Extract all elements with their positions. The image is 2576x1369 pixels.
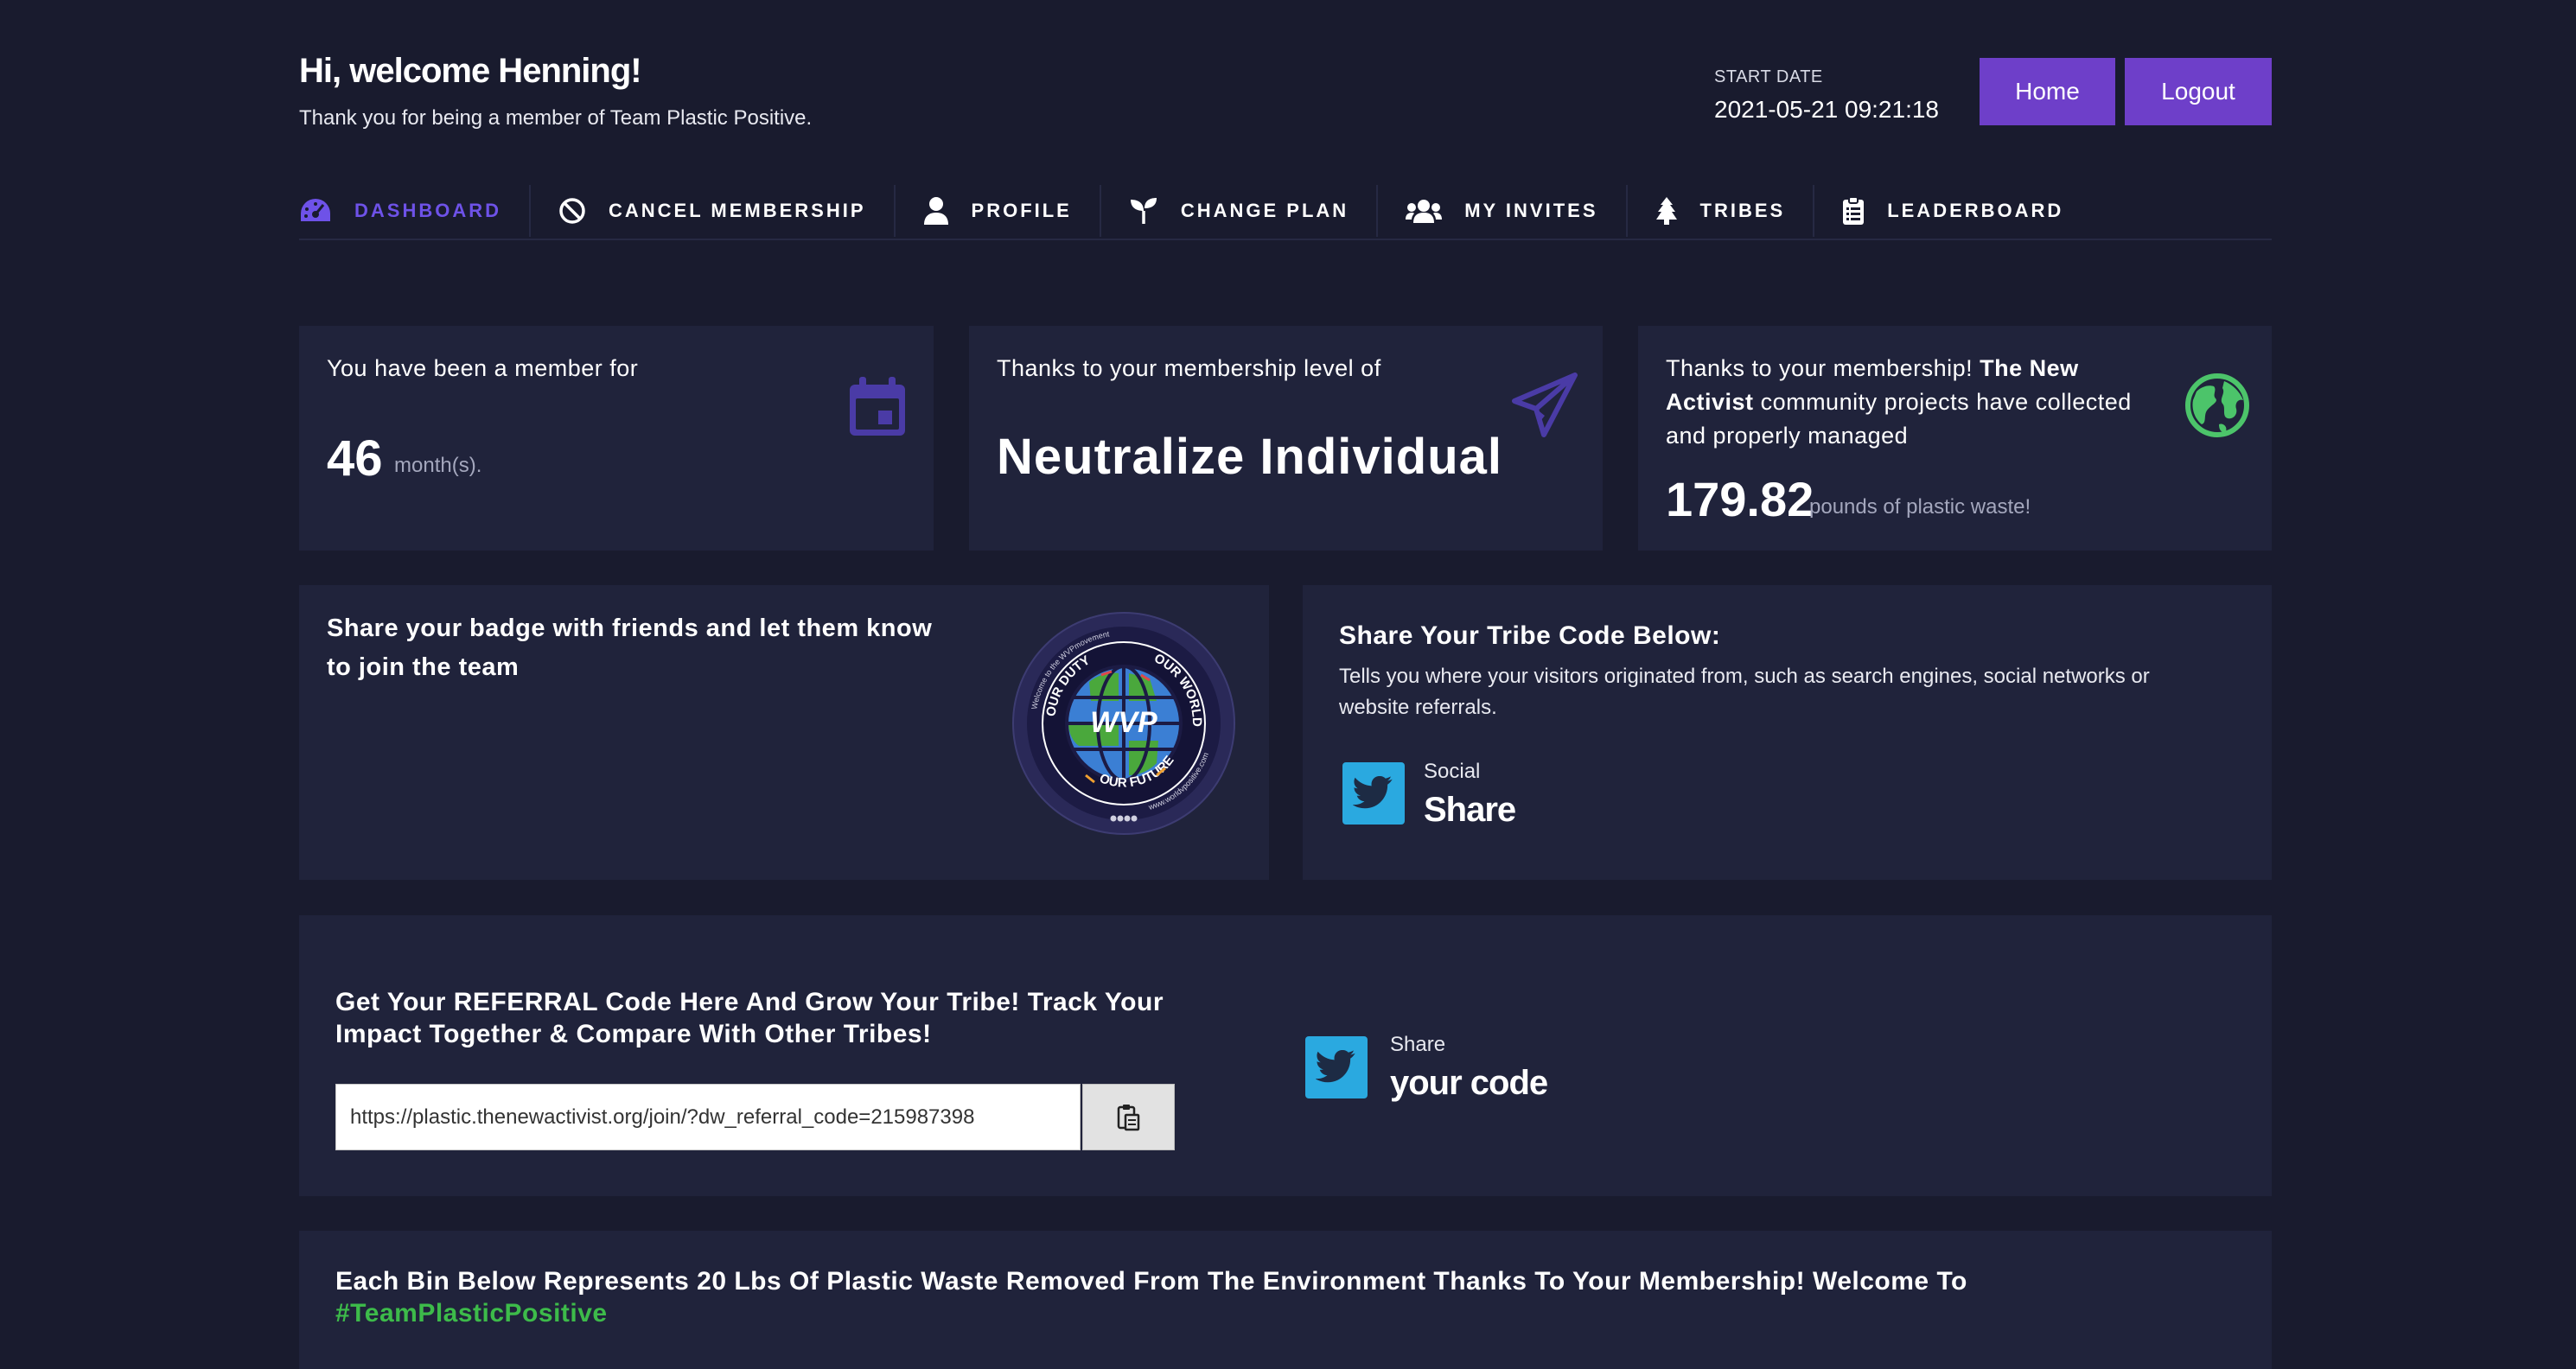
bins-amount: 20 Lbs: [697, 1267, 782, 1296]
tribe-code-title: Share Your Tribe Code Below:: [1339, 621, 1721, 650]
member-duration-value: 46: [327, 430, 383, 487]
bins-hashtag: #TeamPlasticPositive: [335, 1299, 608, 1328]
nav-change-plan[interactable]: CHANGE PLAN: [1101, 185, 1379, 237]
plastic-collected-intro: Thanks to your membership! The New Activ…: [1666, 352, 2150, 453]
membership-level-value: Neutralize Individual: [997, 429, 1502, 485]
nav-label: CANCEL MEMBERSHIP: [609, 200, 866, 221]
nav-leaderboard[interactable]: LEADERBOARD: [1814, 185, 2091, 237]
main-nav: DASHBOARD CANCEL MEMBERSHIP PROFILE CHAN…: [299, 183, 2272, 240]
twitter-icon: [1353, 776, 1393, 809]
nav-profile[interactable]: PROFILE: [896, 185, 1101, 237]
nav-label: PROFILE: [971, 200, 1072, 221]
twitter-share-button[interactable]: [1342, 762, 1405, 825]
globe-icon: [2185, 373, 2249, 437]
wvp-badge[interactable]: WVP OUR WORLD OUR DUTY OUR FUTURE Welcom…: [1011, 611, 1236, 836]
ban-icon: [559, 198, 585, 224]
twitter-share-code-button[interactable]: [1305, 1036, 1368, 1098]
bins-prefix: Each Bin Below Represents: [335, 1267, 690, 1296]
nav-label: LEADERBOARD: [1887, 200, 2064, 221]
calendar-icon: [850, 377, 905, 436]
membership-level-intro: Thanks to your membership level of: [997, 355, 1381, 381]
social-share-big[interactable]: Share: [1424, 791, 1516, 830]
clipboard-list-icon: [1843, 196, 1865, 225]
nav-my-invites[interactable]: MY INVITES: [1378, 185, 1628, 237]
logout-button[interactable]: Logout: [2125, 58, 2272, 125]
referral-url-input[interactable]: [335, 1084, 1081, 1150]
page-title: Hi, welcome Henning!: [299, 52, 642, 90]
member-duration-card: You have been a member for 46 month(s).: [299, 326, 934, 551]
tribe-code-description: Tells you where your visitors originated…: [1339, 665, 2150, 719]
bins-title: Each Bin Below Represents 20 Lbs Of Plas…: [335, 1265, 2237, 1329]
gauge-icon: [301, 199, 330, 221]
twitter-icon: [1316, 1050, 1355, 1083]
greeting-block: Hi, welcome Henning! Thank you for being…: [299, 52, 812, 131]
nav-label: MY INVITES: [1464, 200, 1598, 221]
paper-plane-icon: [1512, 372, 1578, 437]
referral-card: Get Your REFERRAL Code Here And Grow You…: [299, 915, 2272, 1196]
tribe-code-card: Share Your Tribe Code Below: Tells you w…: [1303, 585, 2272, 880]
plastic-collected-card: Thanks to your membership! The New Activ…: [1638, 326, 2272, 551]
nav-label: TRIBES: [1699, 200, 1786, 221]
referral-title: Get Your REFERRAL Code Here And Grow You…: [335, 988, 1164, 1048]
nav-dashboard[interactable]: DASHBOARD: [299, 185, 531, 237]
page-subtitle: Thank you for being a member of Team Pla…: [299, 106, 813, 130]
start-date-label: START DATE: [1714, 67, 1823, 86]
collected-intro-prefix: Thanks to your membership!: [1666, 355, 1973, 381]
page: Hi, welcome Henning! Thank you for being…: [299, 0, 2272, 1369]
badge-center-text: WVP: [1090, 706, 1157, 739]
nav-tribes[interactable]: TRIBES: [1628, 185, 1815, 237]
member-duration-intro: You have been a member for: [327, 355, 639, 381]
nav-cancel-membership[interactable]: CANCEL MEMBERSHIP: [531, 185, 896, 237]
share-code-big[interactable]: your code: [1390, 1064, 1548, 1103]
social-share-small: Social: [1424, 760, 1481, 783]
nav-label: DASHBOARD: [354, 200, 501, 221]
membership-level-card: Thanks to your membership level of Neutr…: [969, 326, 1603, 551]
share-badge-text: Share your badge with friends and let th…: [327, 614, 933, 681]
copy-referral-button[interactable]: [1082, 1084, 1175, 1150]
share-code-small: Share: [1390, 1033, 1446, 1056]
member-duration-unit: month(s).: [394, 454, 482, 477]
plastic-collected-unit: pounds of plastic waste!: [1809, 495, 2031, 519]
tree-icon: [1655, 197, 1677, 225]
paste-icon: [1117, 1104, 1139, 1130]
home-button[interactable]: Home: [1980, 58, 2115, 125]
bins-card: Each Bin Below Represents 20 Lbs Of Plas…: [299, 1231, 2272, 1369]
users-icon: [1406, 200, 1443, 223]
share-badge-card: Share your badge with friends and let th…: [299, 585, 1269, 880]
start-date: START DATE 2021-05-21 09:21:18: [1714, 67, 1939, 124]
start-date-value: 2021-05-21 09:21:18: [1714, 96, 1939, 123]
seedling-icon: [1130, 198, 1157, 224]
bins-middle: Of Plastic Waste Removed From The Enviro…: [789, 1267, 1967, 1296]
user-icon: [923, 197, 948, 225]
nav-label: CHANGE PLAN: [1180, 200, 1349, 221]
plastic-collected-value: 179.82: [1666, 472, 1814, 526]
